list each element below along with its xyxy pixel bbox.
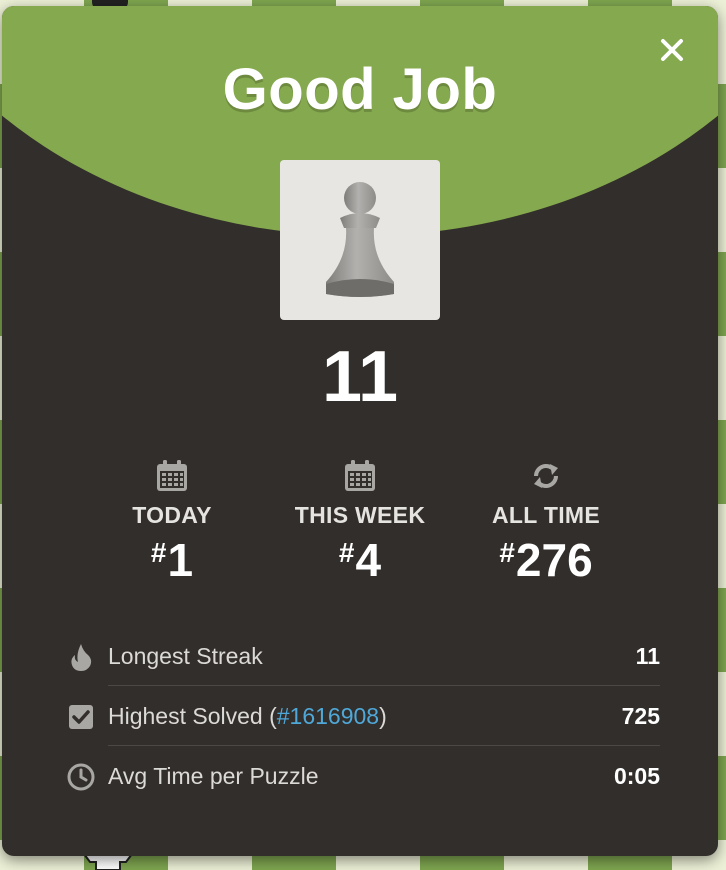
rank-label: ALL TIME [491, 502, 601, 528]
divider [108, 745, 660, 746]
calendar-icon [157, 460, 187, 491]
stat-label: Avg Time per Puzzle [108, 763, 319, 789]
pawn-icon [326, 182, 394, 297]
stat-value: 0:05 [613, 763, 660, 789]
score-value: 11 [321, 337, 399, 417]
rank-value: #1 [150, 534, 194, 586]
rank-label: THIS WEEK [294, 502, 426, 528]
modal-title: Good Job [222, 57, 498, 122]
stat-label: Highest Solved (#1616908) [108, 703, 387, 729]
stat-highest-solved: Highest Solved (#1616908) 725 [66, 688, 660, 746]
calendar-icon [345, 460, 375, 491]
flame-icon [71, 644, 92, 671]
stat-value: 725 [621, 703, 660, 729]
stat-label: Longest Streak [108, 643, 263, 669]
rank-this-week: THIS WEEK #4 [270, 458, 450, 587]
stat-longest-streak: Longest Streak 11 [66, 628, 660, 686]
refresh-icon [534, 464, 558, 488]
rank-value: #276 [499, 534, 593, 586]
rank-all-time: ALL TIME #276 [456, 458, 636, 587]
checkbox-icon [69, 705, 93, 729]
puzzle-result-modal: Good Job 11 TODAY #1 THIS WEEK #4 ALL TI… [2, 6, 718, 856]
stat-avg-time: Avg Time per Puzzle 0:05 [66, 748, 660, 806]
rank-today: TODAY #1 [82, 458, 262, 587]
clock-icon [67, 763, 95, 791]
divider [108, 685, 660, 686]
stat-value: 11 [635, 643, 660, 669]
rank-label: TODAY [132, 502, 212, 528]
rank-value: #4 [338, 534, 382, 586]
puzzle-link[interactable]: #1616908 [277, 703, 379, 729]
piece-card [280, 160, 440, 320]
